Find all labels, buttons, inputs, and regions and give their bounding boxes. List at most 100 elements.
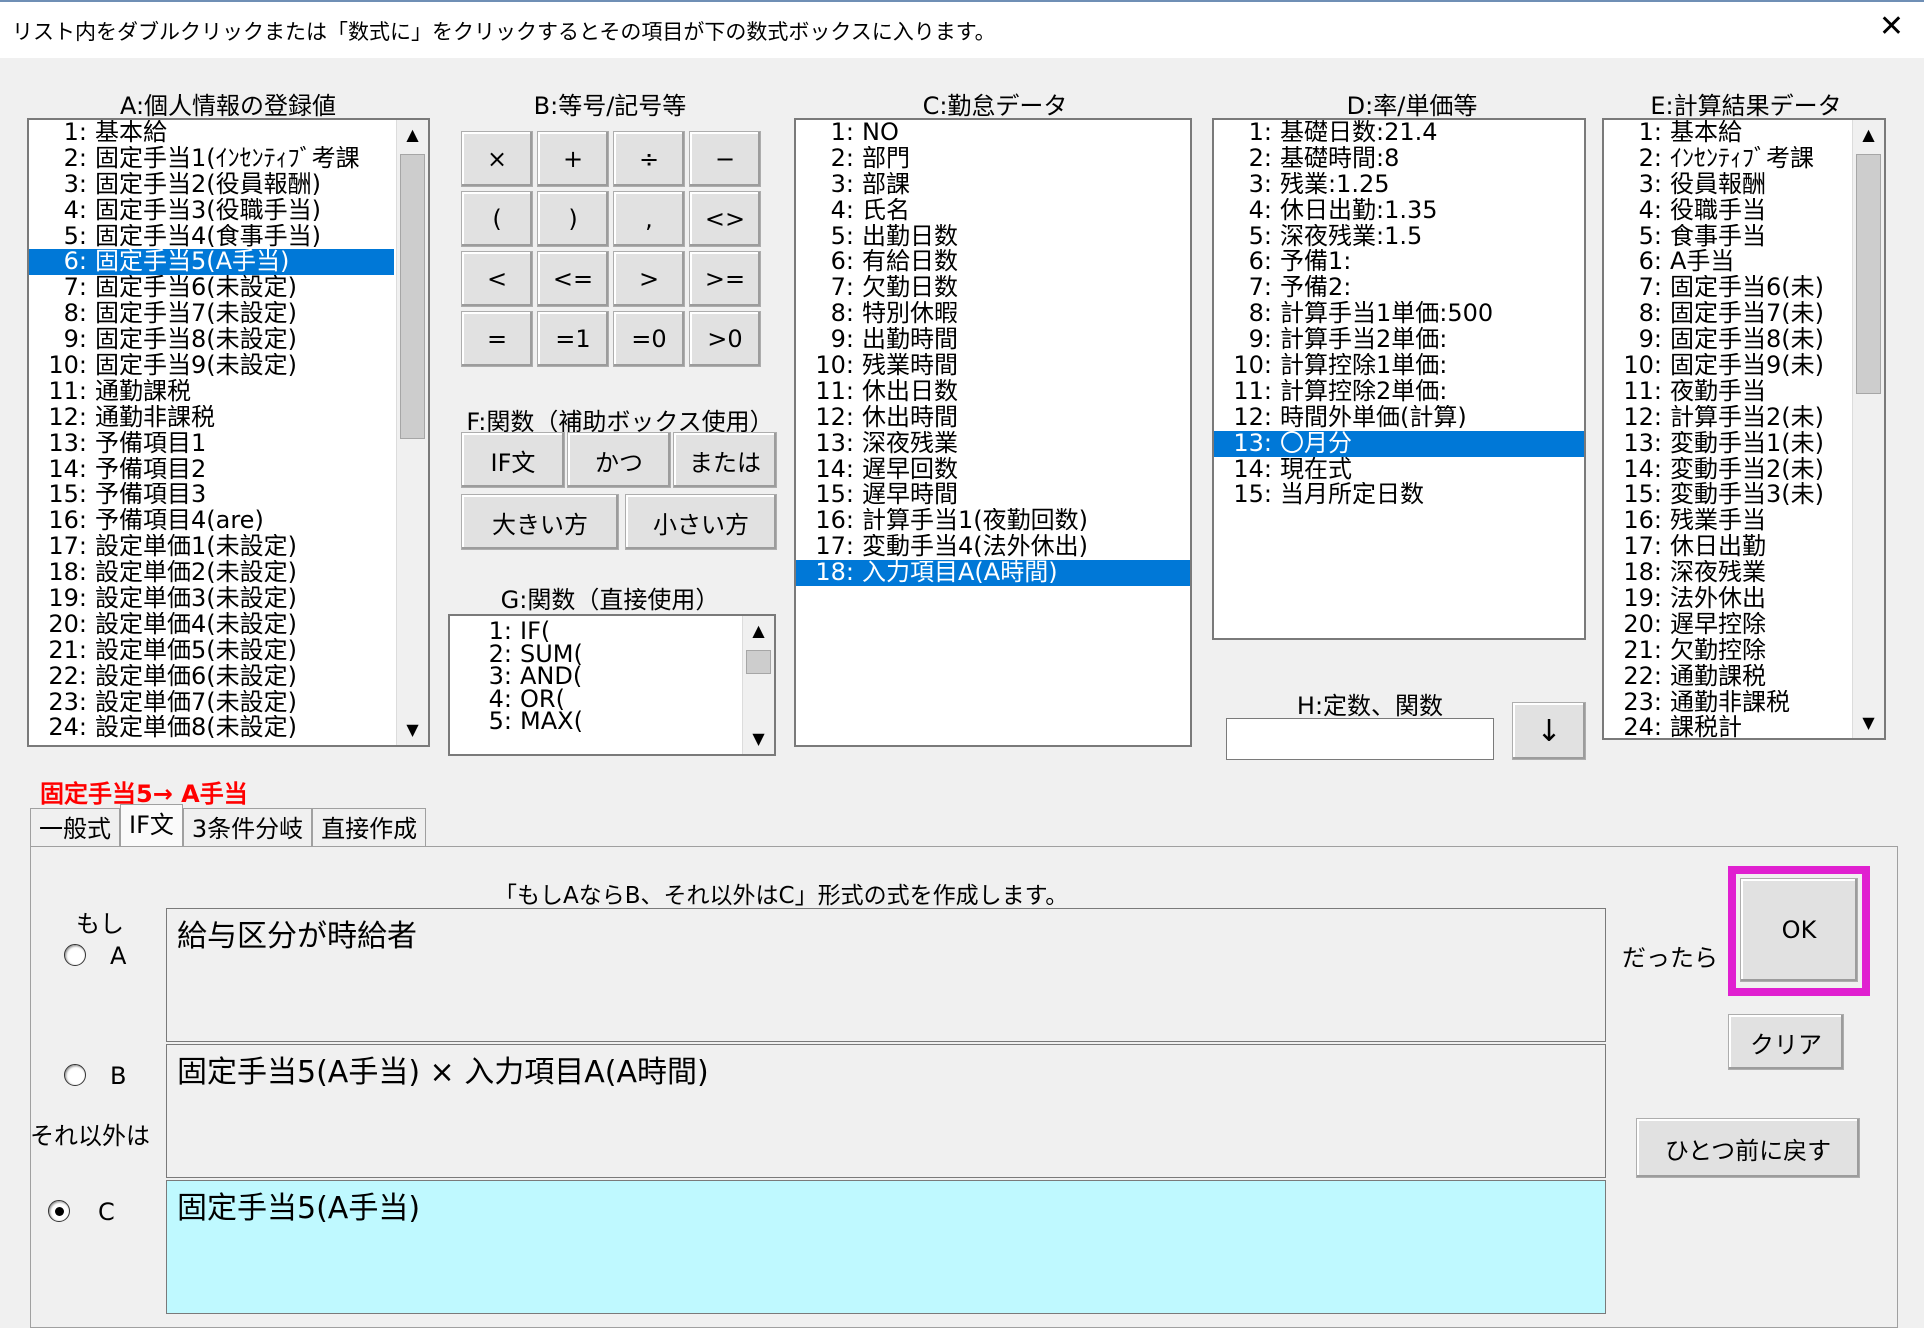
list-item[interactable]: 10: 残業時間: [796, 353, 1190, 379]
list-item[interactable]: 18: 深夜残業: [1604, 560, 1850, 586]
list-item[interactable]: 16: 計算手当1(夜勤回数): [796, 508, 1190, 534]
list-item[interactable]: 2: 基礎時間:8: [1214, 146, 1584, 172]
list-item[interactable]: 17: 設定単価1(未設定): [29, 534, 394, 560]
scroll-down-icon[interactable]: ▼: [397, 715, 428, 745]
list-e-scrollbar[interactable]: ▲ ▼: [1852, 120, 1884, 738]
list-item[interactable]: 7: 欠勤日数: [796, 275, 1190, 301]
and-button[interactable]: かつ: [567, 432, 671, 488]
list-item[interactable]: 8: 特別休暇: [796, 301, 1190, 327]
list-item[interactable]: 13: 深夜残業: [796, 431, 1190, 457]
constants-input[interactable]: [1226, 718, 1494, 760]
list-item[interactable]: 11: 計算控除2単価:: [1214, 379, 1584, 405]
if-button[interactable]: IF文: [461, 432, 565, 488]
list-item[interactable]: 13: 〇月分: [1214, 430, 1584, 457]
list-item[interactable]: 23: 設定単価7(未設定): [29, 690, 394, 716]
less-equal-button[interactable]: <=: [537, 251, 609, 307]
list-a-listbox[interactable]: 1: 基本給 2: 固定手当1(ｲﾝｾﾝﾃｨﾌﾞ考課 3: 固定手当2(役員報酬) 4: 固定…: [27, 118, 430, 747]
list-item[interactable]: 18: 入力項目A(A時間): [796, 560, 1190, 587]
list-item[interactable]: 16: 残業手当: [1604, 508, 1850, 534]
list-item[interactable]: 15: 遅早時間: [796, 482, 1190, 508]
list-item[interactable]: 20: 設定単価4(未設定): [29, 612, 394, 638]
list-item[interactable]: 2: SUM(: [450, 643, 740, 666]
tab-0[interactable]: 一般式: [30, 808, 120, 848]
divide-button[interactable]: ÷: [613, 131, 685, 187]
list-item[interactable]: 3: 部課: [796, 172, 1190, 198]
greater-equal-button[interactable]: >=: [689, 251, 761, 307]
list-item[interactable]: 6: 固定手当5(A手当): [29, 249, 394, 276]
multiply-button[interactable]: ×: [461, 131, 533, 187]
list-item[interactable]: 12: 計算手当2(未): [1604, 405, 1850, 431]
plus-button[interactable]: +: [537, 131, 609, 187]
radio-b[interactable]: [64, 1064, 86, 1086]
tab-1[interactable]: IF文: [120, 804, 183, 848]
list-item[interactable]: 3: 残業:1.25: [1214, 172, 1584, 198]
list-item[interactable]: 11: 通勤課税: [29, 379, 394, 405]
radio-a[interactable]: [64, 944, 86, 966]
list-item[interactable]: 1: IF(: [450, 620, 740, 643]
list-item[interactable]: 15: 変動手当3(未): [1604, 482, 1850, 508]
list-item[interactable]: 5: 出勤日数: [796, 224, 1190, 250]
open-paren-button[interactable]: (: [461, 191, 533, 247]
condition-a-field[interactable]: 給与区分が時給者: [166, 908, 1606, 1042]
list-item[interactable]: 9: 出勤時間: [796, 327, 1190, 353]
equal-zero-button[interactable]: =0: [613, 311, 685, 367]
scroll-thumb[interactable]: [1856, 154, 1881, 394]
scroll-down-icon[interactable]: ▼: [1853, 708, 1884, 738]
list-item[interactable]: 21: 設定単価5(未設定): [29, 638, 394, 664]
list-g-scrollbar[interactable]: ▲ ▼: [742, 616, 774, 754]
equal-button[interactable]: =: [461, 311, 533, 367]
list-item[interactable]: 15: 予備項目3: [29, 482, 394, 508]
list-item[interactable]: 23: 通勤非課税: [1604, 690, 1850, 716]
not-equal-button[interactable]: <>: [689, 191, 761, 247]
list-item[interactable]: 6: 有給日数: [796, 249, 1190, 275]
scroll-up-icon[interactable]: ▲: [1853, 120, 1884, 150]
list-item[interactable]: 15: 当月所定日数: [1214, 482, 1584, 508]
list-item[interactable]: 14: 変動手当2(未): [1604, 457, 1850, 483]
minus-button[interactable]: −: [689, 131, 761, 187]
comma-button[interactable]: ,: [613, 191, 685, 247]
list-item[interactable]: 14: 遅早回数: [796, 457, 1190, 483]
greater-than-button[interactable]: >: [613, 251, 685, 307]
scroll-up-icon[interactable]: ▲: [397, 120, 428, 150]
list-item[interactable]: 7: 予備2:: [1214, 275, 1584, 301]
scroll-thumb[interactable]: [400, 154, 425, 439]
list-item[interactable]: 5: 深夜残業:1.5: [1214, 224, 1584, 250]
list-item[interactable]: 4: 氏名: [796, 198, 1190, 224]
list-item[interactable]: 2: ｲﾝｾﾝﾃｨﾌﾞ考課: [1604, 146, 1850, 172]
list-item[interactable]: 18: 設定単価2(未設定): [29, 560, 394, 586]
list-e-listbox[interactable]: 1: 基本給 2: ｲﾝｾﾝﾃｨﾌﾞ考課 3: 役員報酬 4: 役職手当 5: 食事手当 6: A手当…: [1602, 118, 1886, 740]
radio-c[interactable]: [48, 1200, 70, 1222]
ok-button[interactable]: OK: [1740, 878, 1858, 982]
greater-zero-button[interactable]: >0: [689, 311, 761, 367]
scroll-thumb[interactable]: [746, 650, 771, 674]
list-item[interactable]: 7: 固定手当6(未設定): [29, 275, 394, 301]
insert-down-button[interactable]: ↓: [1512, 702, 1586, 760]
value-b-field[interactable]: 固定手当5(A手当) × 入力項目A(A時間): [166, 1044, 1606, 1178]
max-button[interactable]: 大きい方: [461, 494, 619, 550]
min-button[interactable]: 小さい方: [625, 494, 777, 550]
list-item[interactable]: 24: 設定単価8(未設定): [29, 715, 394, 741]
list-item[interactable]: 10: 固定手当9(未設定): [29, 353, 394, 379]
list-item[interactable]: 8: 計算手当1単価:500: [1214, 301, 1584, 327]
list-item[interactable]: 10: 計算控除1単価:: [1214, 353, 1584, 379]
close-icon[interactable]: ✕: [1879, 10, 1904, 44]
tab-2[interactable]: 3条件分岐: [182, 808, 313, 848]
list-item[interactable]: 24: 課税計: [1604, 715, 1850, 738]
list-item[interactable]: 12: 時間外単価(計算): [1214, 405, 1584, 431]
list-item[interactable]: 5: 食事手当: [1604, 224, 1850, 250]
list-item[interactable]: 2: 固定手当1(ｲﾝｾﾝﾃｨﾌﾞ考課: [29, 146, 394, 172]
list-item[interactable]: 9: 固定手当8(未設定): [29, 327, 394, 353]
list-item[interactable]: 5: MAX(: [450, 710, 740, 733]
list-item[interactable]: 21: 欠勤控除: [1604, 638, 1850, 664]
list-item[interactable]: 4: 役職手当: [1604, 198, 1850, 224]
list-item[interactable]: 2: 部門: [796, 146, 1190, 172]
list-item[interactable]: 8: 固定手当7(未設定): [29, 301, 394, 327]
list-item[interactable]: 1: NO: [796, 120, 1190, 146]
scroll-up-icon[interactable]: ▲: [743, 616, 774, 646]
list-item[interactable]: 10: 固定手当9(未): [1604, 353, 1850, 379]
list-item[interactable]: 4: 固定手当3(役職手当): [29, 198, 394, 224]
list-item[interactable]: 19: 設定単価3(未設定): [29, 586, 394, 612]
scroll-down-icon[interactable]: ▼: [743, 724, 774, 754]
list-item[interactable]: 9: 計算手当2単価:: [1214, 327, 1584, 353]
list-item[interactable]: 20: 遅早控除: [1604, 612, 1850, 638]
